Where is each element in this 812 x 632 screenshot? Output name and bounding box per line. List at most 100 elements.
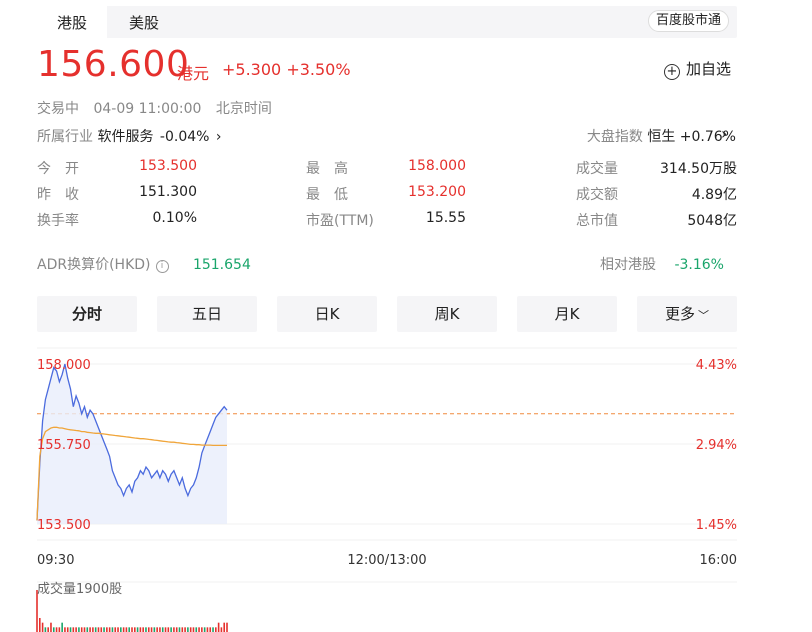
volume-bar xyxy=(120,627,122,632)
y-tick-label-right: 2.94% xyxy=(696,438,737,453)
add-to-watchlist-button[interactable]: + 加自选 xyxy=(664,58,731,80)
volume-bar xyxy=(192,627,195,632)
volume-bar xyxy=(41,622,44,632)
volume-bar xyxy=(72,627,75,632)
currency-label: 港元 xyxy=(177,64,210,83)
volume-bar xyxy=(78,627,80,632)
volume-bar xyxy=(173,627,175,632)
y-tick-label-left: 155.750 xyxy=(37,438,91,453)
volume-bar xyxy=(139,627,142,632)
volume-bar xyxy=(223,622,226,632)
y-tick-label-right: 4.43% xyxy=(696,358,737,373)
volume-bar xyxy=(184,627,186,632)
volume-bar xyxy=(61,622,63,632)
volume-bar xyxy=(122,627,125,632)
volume-bar xyxy=(108,627,111,632)
volume-bar xyxy=(189,627,192,632)
volume-bar xyxy=(89,627,91,632)
period-5day-button[interactable]: 五日 xyxy=(157,296,257,332)
trade-state: 交易中 xyxy=(37,101,79,117)
volume-bar xyxy=(125,627,128,632)
volume-bar xyxy=(220,627,223,632)
info-icon[interactable]: i xyxy=(155,260,169,273)
volume-bar xyxy=(94,627,97,632)
industry-change: -0.04% xyxy=(159,129,210,145)
adr-label: ADR换算价(HKD) xyxy=(37,257,151,273)
volume-bar xyxy=(195,627,198,632)
y-tick-label-left: 158.000 xyxy=(37,358,91,373)
volume-bar xyxy=(86,627,89,632)
market-index-change: +0.76% xyxy=(679,129,736,145)
x-tick-label: 16:00 xyxy=(700,553,737,568)
market-index-name: 恒生 xyxy=(647,129,676,145)
trade-timezone: 北京时间 xyxy=(215,101,272,117)
more-label: 更多 xyxy=(664,305,695,323)
volume-bar xyxy=(164,627,167,632)
tab-hk-stocks[interactable]: 港股 xyxy=(52,12,92,43)
stat-value: 153.200 xyxy=(408,184,466,200)
volume-bar xyxy=(75,627,77,632)
y-tick-label-left: 153.500 xyxy=(37,518,91,533)
volume-bar xyxy=(181,627,184,632)
period-intraday-button[interactable]: 分时 xyxy=(37,296,137,332)
volume-bar xyxy=(103,627,105,632)
price-change: +5.300 +3.50% xyxy=(222,60,351,79)
market-index-label: 大盘指数 xyxy=(586,129,643,145)
volume-bar xyxy=(217,622,220,632)
y-tick-label-right: 1.45% xyxy=(696,518,737,533)
period-daily-k-button[interactable]: 日K xyxy=(277,296,377,332)
volume-bar xyxy=(136,627,139,632)
market-index-link[interactable]: 大盘指数 恒生 +0.76% xyxy=(587,126,736,146)
volume-bar xyxy=(117,627,119,632)
current-price: 156.600 xyxy=(37,44,190,85)
volume-bar xyxy=(111,627,114,632)
stat-label: 换手率 xyxy=(37,213,79,229)
stat-label: 成交量 xyxy=(576,161,618,177)
volume-bar xyxy=(58,627,61,632)
volume-bar xyxy=(175,627,178,632)
volume-bar xyxy=(170,627,172,632)
adr-price: ADR换算价(HKD) i 151.654 xyxy=(37,254,251,274)
industry-name: 软件服务 xyxy=(97,129,154,145)
volume-bar xyxy=(47,627,49,632)
stat-label: 昨 收 xyxy=(37,187,79,203)
volume-bar xyxy=(83,627,86,632)
stat-value: 15.55 xyxy=(425,210,466,226)
volume-bar xyxy=(161,627,164,632)
volume-bar xyxy=(153,627,156,632)
change-amount: +5.300 xyxy=(222,60,282,79)
market-tab-bar: 港股 美股 百度股市通 xyxy=(37,6,737,43)
volume-bar xyxy=(150,627,153,632)
volume-bar xyxy=(147,627,150,632)
chevron-right-icon: › xyxy=(721,124,728,143)
period-weekly-k-button[interactable]: 周K xyxy=(397,296,497,332)
volume-bar xyxy=(52,627,55,632)
volume-bar xyxy=(133,627,136,632)
chevron-down-icon: ﹀ xyxy=(698,309,709,322)
change-percent: +3.50% xyxy=(286,60,351,79)
volume-bar xyxy=(44,627,47,632)
stat-value: 158.000 xyxy=(408,158,466,174)
stat-label: 最 高 xyxy=(306,161,348,177)
volume-bar xyxy=(64,627,66,632)
stat-label: 成交额 xyxy=(576,187,618,203)
volume-bar xyxy=(167,627,170,632)
plus-circle-icon: + xyxy=(664,64,680,80)
volume-bar xyxy=(128,627,131,632)
volume-bar xyxy=(226,622,228,632)
volume-bar xyxy=(212,627,214,632)
period-monthly-k-button[interactable]: 月K xyxy=(517,296,617,332)
volume-bar xyxy=(142,627,144,632)
adr-relative: 相对港股 -3.16% xyxy=(600,254,724,274)
tab-us-stocks[interactable]: 美股 xyxy=(129,12,159,33)
volume-bar xyxy=(69,627,72,632)
adr-value: 151.654 xyxy=(192,257,251,273)
volume-bar xyxy=(50,622,52,632)
volume-bar xyxy=(114,627,117,632)
baidu-stock-badge[interactable]: 百度股市通 xyxy=(647,10,729,32)
industry-link[interactable]: 所属行业 软件服务 -0.04% › xyxy=(37,126,222,146)
volume-bar xyxy=(97,627,100,632)
volume-bar xyxy=(106,627,108,632)
x-tick-label: 12:00/13:00 xyxy=(347,553,426,568)
period-more-button[interactable]: 更多 ﹀ xyxy=(637,296,737,332)
